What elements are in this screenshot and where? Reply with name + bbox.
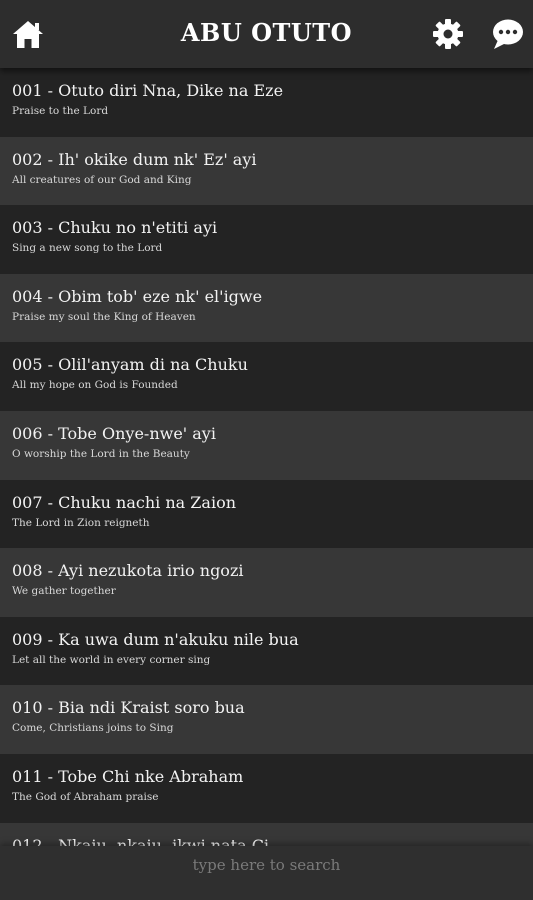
hymn-subtitle: All creatures of our God and King [12,173,192,186]
top-app-bar: ABU OTUTO [0,0,533,68]
hymn-subtitle: We gather together [12,585,116,598]
hymn-subtitle: O worship the Lord in the Beauty [12,447,190,460]
hymn-list-item[interactable]: 005 - Olil'anyam di na Chuku All my hope … [0,342,533,411]
hymn-title: 009 - Ka uwa dum n'akuku nile bua [12,629,299,649]
hymn-subtitle: Praise my soul the King of Heaven [12,310,196,323]
hymn-subtitle: Come, Christians joins to Sing [12,722,174,735]
hymn-title: 007 - Chuku nachi na Zaion [12,492,237,512]
hymn-list-item[interactable]: 006 - Tobe Onye-nwe' ayi O worship the Lo… [0,410,533,480]
hymn-list-item[interactable]: 002 - Ih' okike dum nk' Ez' ayi All creat… [0,136,533,206]
hymn-subtitle: The Lord in Zion reigneth [12,516,150,529]
hymn-title: 004 - Obim tob' eze nk' el'igwe [12,286,263,306]
hymn-subtitle: Let all the world in every corner sing [12,653,211,666]
app-root: ABU OTUTO 001 - Otuto diri Nna, Dike na … [0,0,533,900]
chat-bubble-icon [493,19,523,49]
hymn-title: 008 - Ayi nezukota irio ngozi [12,561,244,581]
hymn-title: 012 - Nkaịụ, nkaịụ, ikwi nata Ci [12,835,270,846]
hymn-list-item[interactable]: 007 - Chuku nachi na Zaion The Lord in Zi… [0,479,533,549]
hymn-subtitle: The God of Abraham praise [12,790,159,803]
hymn-subtitle: Sing a new song to the Lord [12,242,163,255]
search-input[interactable] [0,846,533,884]
hymn-list-item[interactable]: 011 - Tobe Chi nke Abraham The God of Abr… [0,753,533,823]
hymn-list-item[interactable]: 001 - Otuto diri Nna, Dike na Eze Praise … [0,68,533,137]
hymn-title: 005 - Olil'anyam di na Chuku [12,355,248,375]
hymn-title: 010 - Bia ndi Kraist soro bua [12,698,245,718]
hymn-list-item[interactable]: 003 - Chuku no n'etiti ayi Sing a new son… [0,205,533,274]
gear-icon [433,19,463,49]
hymn-subtitle: Praise to the Lord [12,105,109,117]
hymn-list-item[interactable]: 012 - Nkaịụ, nkaịụ, ikwi nata Ci [0,822,533,846]
hymn-title: 011 - Tobe Chi nke Abraham [12,766,244,786]
chat-button[interactable] [490,16,526,52]
hymn-subtitle: All my hope on God is Founded [12,379,178,392]
hymn-title: 001 - Otuto diri Nna, Dike na Eze [12,81,284,100]
hymn-list-item[interactable]: 009 - Ka uwa dum n'akuku nile bua Let all… [0,616,533,686]
hymn-list[interactable]: 001 - Otuto diri Nna, Dike na Eze Praise … [0,68,533,846]
search-bar [0,846,533,900]
settings-button[interactable] [430,16,466,52]
hymn-list-item[interactable]: 004 - Obim tob' eze nk' el'igwe Praise my… [0,273,533,343]
hymn-list-item[interactable]: 010 - Bia ndi Kraist soro bua Come, Chris… [0,685,533,754]
hymn-title: 006 - Tobe Onye-nwe' ayi [12,423,216,443]
hymn-list-item[interactable]: 008 - Ayi nezukota irio ngozi We gather t… [0,548,533,617]
hymn-title: 003 - Chuku no n'etiti ayi [12,218,218,238]
hymn-title: 002 - Ih' okike dum nk' Ez' ayi [12,149,257,169]
